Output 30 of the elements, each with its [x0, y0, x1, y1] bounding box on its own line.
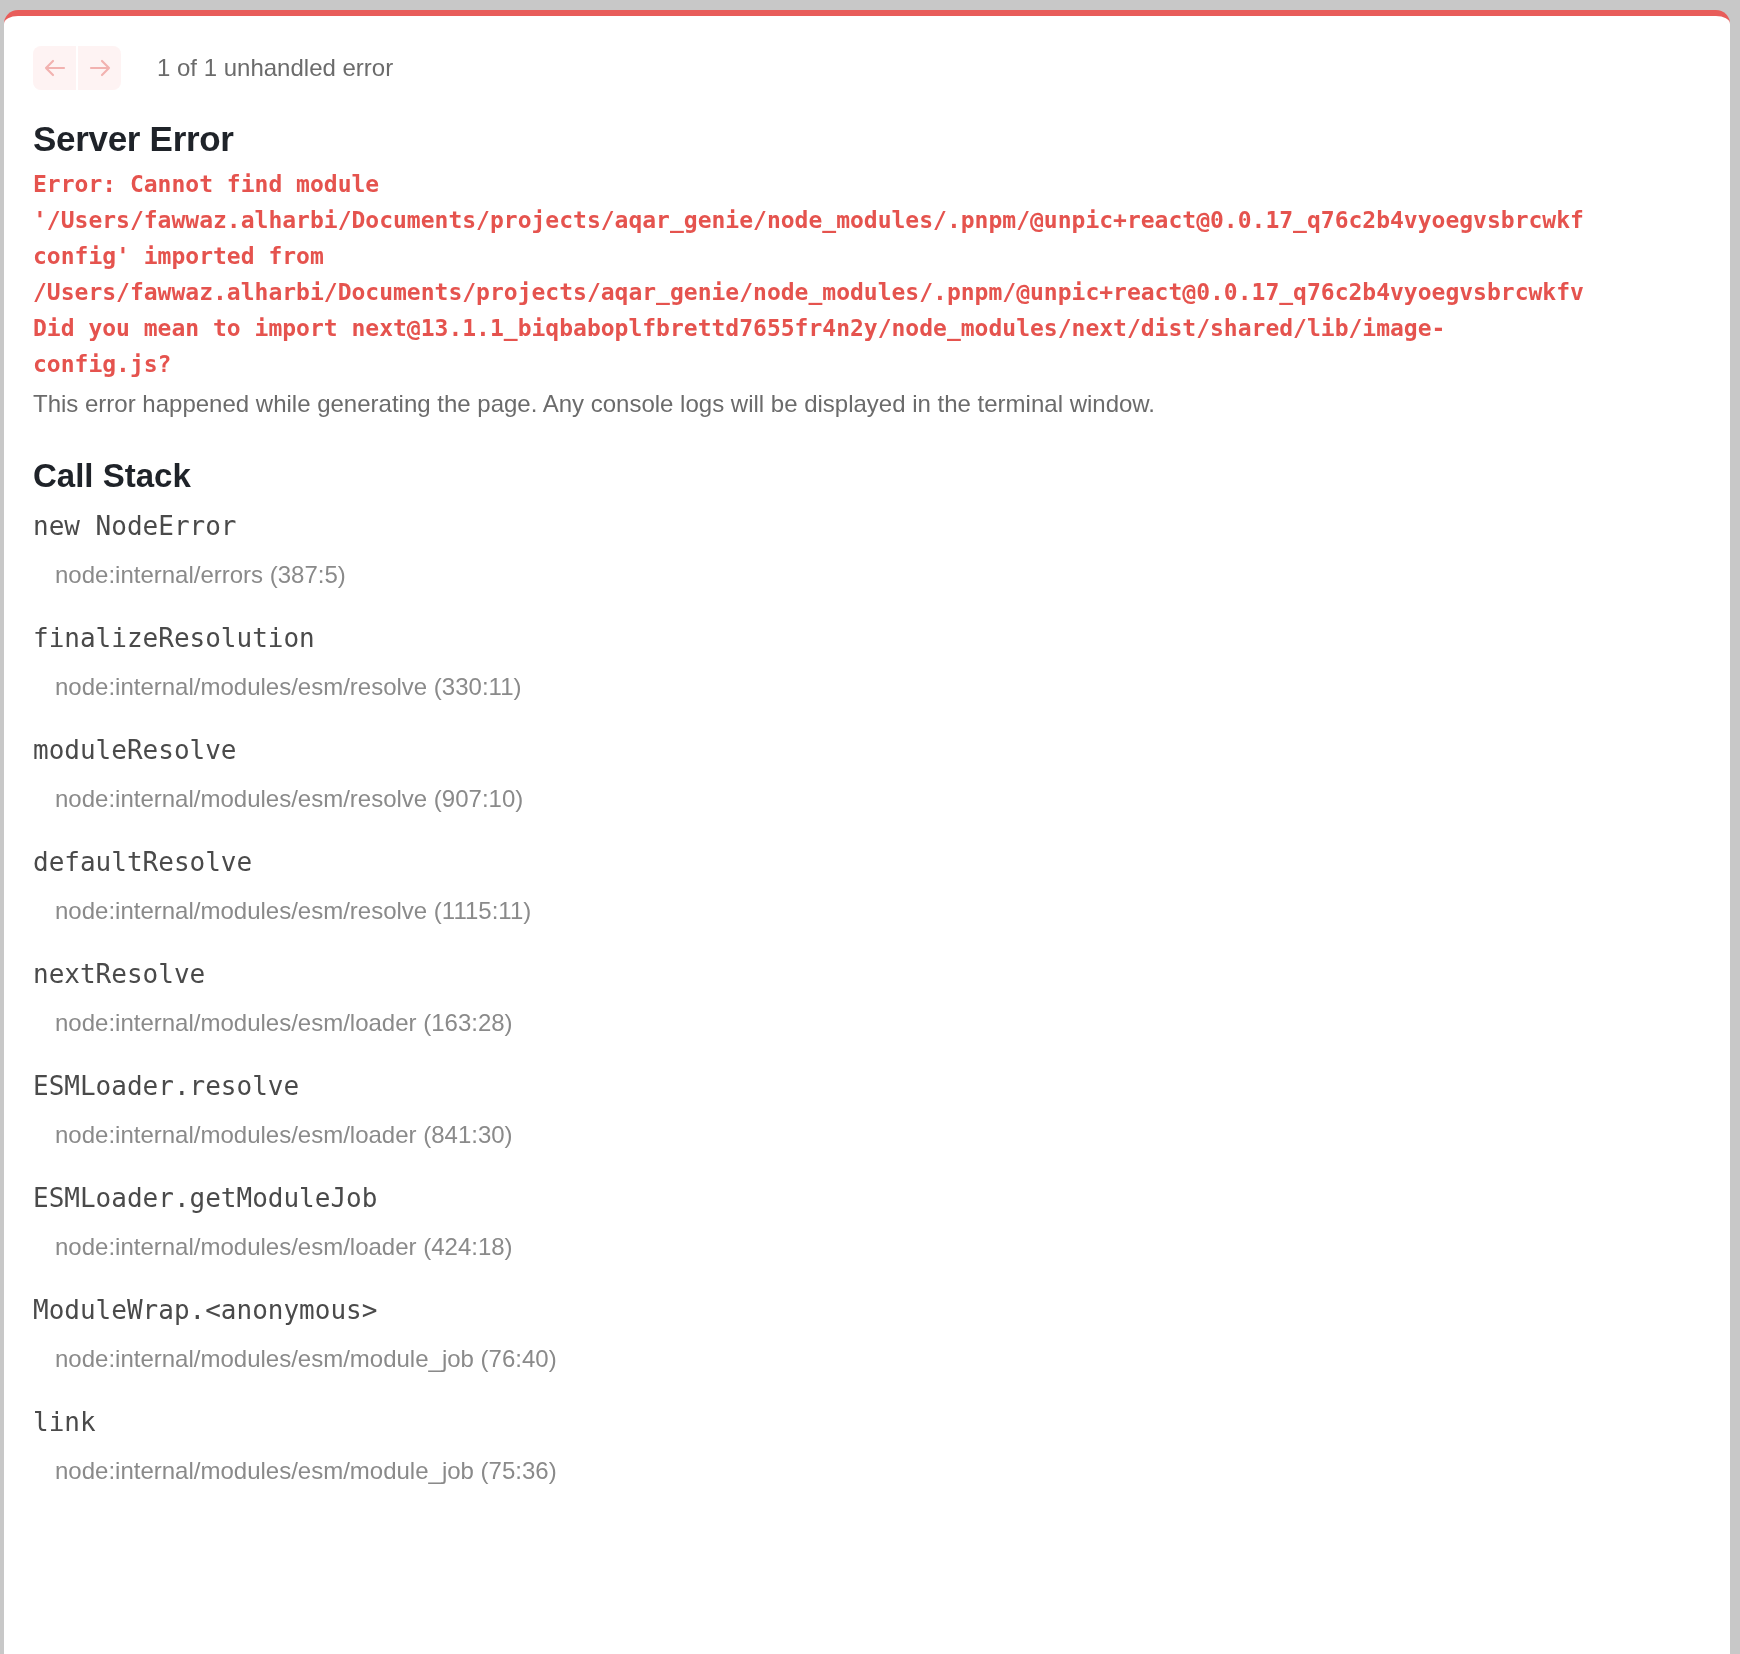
stack-frame-location: node:internal/modules/esm/module_job (75:36): [55, 1455, 558, 1486]
error-message-line: /Users/fawwaz.alharbi/Documents/projects/aqar_genie/node_modules/.pnpm/@unpic+react@0.0.17_q76c2b4vyoegvsbrcwkfv: [33, 278, 1585, 307]
error-description: This error happened while generating the page. Any console logs will be displayed in the terminal window.: [33, 389, 1156, 419]
stack-frame-location: node:internal/modules/esm/resolve (330:11): [55, 671, 523, 702]
left-arrow-icon: [43, 59, 66, 77]
stack-frame-function: ESMLoader.getModuleJob: [33, 1181, 379, 1215]
stack-frame-location: node:internal/modules/esm/module_job (76:40): [55, 1343, 558, 1374]
error-message-line: '/Users/fawwaz.alharbi/Documents/projects/aqar_genie/node_modules/.pnpm/@unpic+react@0.0.17_q76c2b4vyoegvsbrcwkf: [33, 206, 1585, 235]
stack-frame-function: new NodeError: [33, 509, 238, 543]
stack-frame-location: node:internal/modules/esm/loader (163:28): [55, 1007, 514, 1038]
stack-frame-function: defaultResolve: [33, 845, 254, 879]
error-counter: 1 of 1 unhandled error: [157, 53, 394, 83]
error-message-line: Did you mean to import next@13.1.1_biqbaboplfbrettd7655fr4n2y/node_modules/next/dist/shared/lib/image-: [33, 314, 1447, 343]
stack-frame-location: node:internal/modules/esm/resolve (1115:11): [55, 895, 533, 926]
stack-frame-location: node:internal/errors (387:5): [55, 559, 347, 590]
stack-frame-function: nextResolve: [33, 957, 207, 991]
error-message-line: config' imported from: [33, 242, 325, 271]
error-title: Server Error: [33, 118, 235, 160]
stack-frame-location: node:internal/modules/esm/loader (424:18): [55, 1231, 514, 1262]
stack-frame-function: ESMLoader.resolve: [33, 1069, 301, 1103]
error-message-line: config.js?: [33, 350, 173, 379]
call-stack-title: Call Stack: [33, 456, 192, 496]
stack-frame-location: node:internal/modules/esm/resolve (907:10): [55, 783, 525, 814]
stack-frame-location: node:internal/modules/esm/loader (841:30): [55, 1119, 514, 1150]
stack-frame-function: finalizeResolution: [33, 621, 316, 655]
error-message-line: Error: Cannot find module: [33, 170, 381, 199]
stack-frame-function: link: [33, 1405, 97, 1439]
right-arrow-icon: [88, 59, 111, 77]
stack-frame-function: moduleResolve: [33, 733, 238, 767]
stack-frame-function: ModuleWrap.<anonymous>: [33, 1293, 379, 1327]
